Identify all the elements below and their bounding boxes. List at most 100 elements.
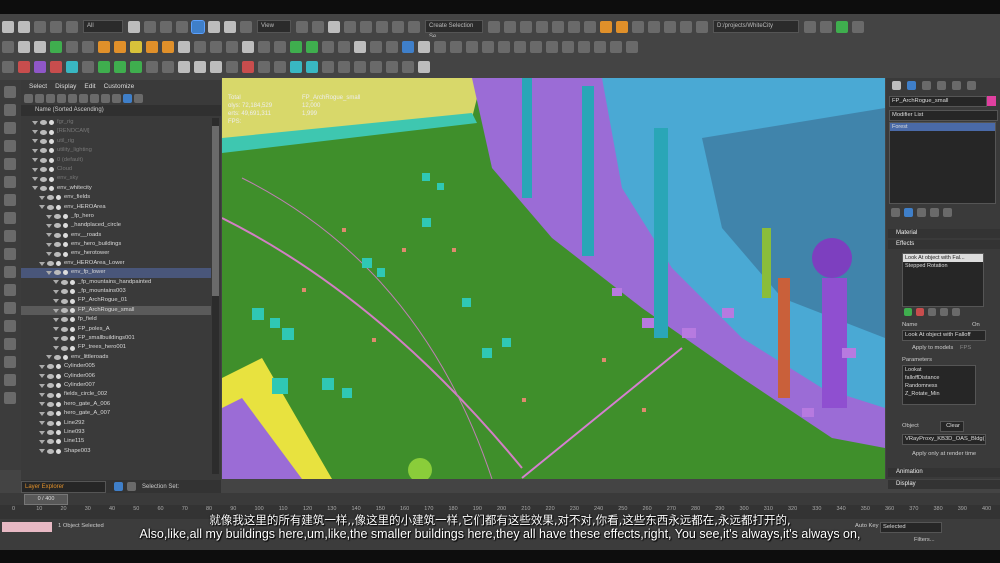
expand-arrow-icon[interactable] — [53, 336, 59, 341]
film-icon[interactable] — [258, 60, 270, 73]
sim-icon[interactable] — [322, 60, 334, 73]
frozen-icon[interactable] — [4, 320, 16, 332]
tree-row[interactable]: FP_ArchRogue_small — [21, 305, 211, 316]
tree-row[interactable]: fgr_rig — [21, 118, 211, 127]
toggle-ribbon-icon[interactable] — [552, 20, 564, 33]
distribute-icon[interactable] — [354, 40, 366, 53]
expand-arrow-icon[interactable] — [32, 186, 38, 191]
visibility-eye-icon[interactable] — [40, 176, 47, 182]
invert-icon[interactable] — [4, 392, 16, 404]
bike-icon[interactable] — [402, 60, 414, 73]
visibility-eye-icon[interactable] — [47, 420, 54, 426]
schematic-view-icon[interactable] — [584, 20, 596, 33]
display-children-icon[interactable] — [90, 94, 99, 103]
visibility-eye-icon[interactable] — [61, 298, 68, 304]
undo-icon[interactable] — [2, 20, 14, 33]
selection-filter-dropdown[interactable]: All — [83, 20, 123, 33]
tree-row[interactable]: env_fp_lower — [21, 268, 211, 278]
vray-orange-sphere-icon[interactable] — [114, 40, 126, 53]
tree-row[interactable]: Cloud — [21, 165, 211, 174]
expand-arrow-icon[interactable] — [39, 261, 45, 266]
visibility-eye-icon[interactable] — [47, 430, 54, 436]
visibility-eye-icon[interactable] — [54, 214, 61, 220]
show-end-result-icon[interactable] — [904, 208, 913, 217]
visibility-eye-icon[interactable] — [61, 308, 68, 313]
scrollbar-thumb[interactable] — [212, 126, 219, 296]
split-icon[interactable] — [498, 40, 510, 53]
display-tab-icon[interactable] — [952, 80, 961, 90]
pin-stack-icon[interactable] — [891, 208, 900, 217]
visibility-eye-icon[interactable] — [47, 195, 54, 201]
settings-icon[interactable] — [852, 20, 864, 33]
name-column-header[interactable]: Name (Sorted Ascending) — [21, 105, 221, 116]
tree-row[interactable]: env_fields — [21, 193, 211, 202]
tree-row[interactable]: env_hero_buildings — [21, 240, 211, 249]
lock-cell-icon[interactable] — [79, 94, 88, 103]
grid-icon[interactable] — [210, 40, 222, 53]
menu-edit[interactable]: Edit — [84, 83, 95, 90]
none-icon[interactable] — [4, 374, 16, 386]
geometry-icon[interactable] — [4, 194, 16, 206]
xrefs-icon[interactable] — [4, 248, 16, 260]
move-gizmo-icon[interactable] — [2, 60, 14, 73]
menu-customize[interactable]: Customize — [104, 83, 135, 90]
wave-sim-icon[interactable] — [306, 60, 318, 73]
tree-row[interactable]: env_littleroads — [21, 353, 211, 362]
particles-icon[interactable] — [338, 60, 350, 73]
explorer-grid-icon[interactable] — [127, 482, 136, 491]
stop-icon[interactable] — [194, 60, 206, 73]
expand-arrow-icon[interactable] — [39, 393, 45, 398]
modify-tab-icon[interactable] — [907, 80, 916, 90]
section-effects[interactable]: Effects — [888, 240, 1000, 249]
merge-icon[interactable] — [434, 40, 446, 53]
object-pick-field[interactable]: VRayProxy_KB3D_OAS_Bldg( — [902, 434, 986, 445]
tool-icon[interactable] — [418, 40, 430, 53]
expand-arrow-icon[interactable] — [53, 299, 59, 304]
expand-arrow-icon[interactable] — [39, 205, 45, 210]
hierarchy-tab-icon[interactable] — [922, 80, 931, 90]
explorer-scrollbar[interactable] — [212, 118, 219, 474]
tree-row[interactable]: Line115 — [21, 437, 211, 446]
visibility-eye-icon[interactable] — [54, 232, 61, 238]
filter-funnel-icon[interactable] — [123, 94, 132, 103]
expand-arrow-icon[interactable] — [53, 308, 59, 313]
expand-arrow-icon[interactable] — [39, 421, 45, 426]
save-effect-icon[interactable] — [940, 308, 948, 316]
tree-row[interactable]: Cylinder005 — [21, 362, 211, 371]
frame-icon[interactable] — [226, 60, 238, 73]
umbrella-icon[interactable] — [146, 40, 158, 53]
tree-row[interactable]: env_herotower — [21, 249, 211, 258]
lens-icon[interactable] — [226, 40, 238, 53]
tree-row[interactable]: env__roads — [21, 231, 211, 240]
link-icon[interactable] — [34, 20, 46, 33]
expand-arrow-icon[interactable] — [46, 214, 52, 219]
visibility-eye-icon[interactable] — [54, 270, 61, 276]
param-z-rotate-min[interactable]: Z_Rotate_Min — [903, 390, 975, 398]
on-checkbox[interactable]: On — [972, 322, 980, 328]
transform-icon[interactable] — [98, 60, 110, 73]
layer-icon[interactable] — [626, 40, 638, 53]
pattern-icon[interactable] — [194, 40, 206, 53]
proxy-icon[interactable] — [450, 40, 462, 53]
tree-row[interactable]: _handplaced_circle — [21, 221, 211, 230]
param-falloff-distance[interactable]: falloffDistance — [903, 374, 975, 382]
expand-arrow-icon[interactable] — [39, 374, 45, 379]
ghost-icon[interactable] — [162, 60, 174, 73]
effect-name-field[interactable]: Look At object with Falloff — [902, 330, 986, 341]
copy-icon[interactable] — [546, 40, 558, 53]
reference-coordinate-dropdown[interactable]: View — [257, 20, 291, 33]
object-name-field[interactable]: FP_ArchRogue_small — [889, 96, 987, 107]
keyboard-shortcut-icon[interactable] — [328, 20, 340, 33]
section-material[interactable]: Material — [888, 229, 1000, 238]
visibility-eye-icon[interactable] — [54, 242, 61, 248]
window-crossing-icon[interactable] — [176, 20, 188, 33]
visibility-eye-icon[interactable] — [61, 317, 68, 323]
select-move-icon[interactable] — [191, 19, 205, 34]
cut-icon[interactable] — [530, 40, 542, 53]
align-icon[interactable] — [504, 20, 516, 33]
edit-named-selection-icon[interactable] — [408, 20, 420, 33]
toggle-layer-explorer-icon[interactable] — [536, 20, 548, 33]
tree-row[interactable]: fields_circle_002 — [21, 390, 211, 399]
rendered-frame-window-icon[interactable] — [632, 20, 644, 33]
tree-row[interactable]: env_whitecity — [21, 184, 211, 193]
